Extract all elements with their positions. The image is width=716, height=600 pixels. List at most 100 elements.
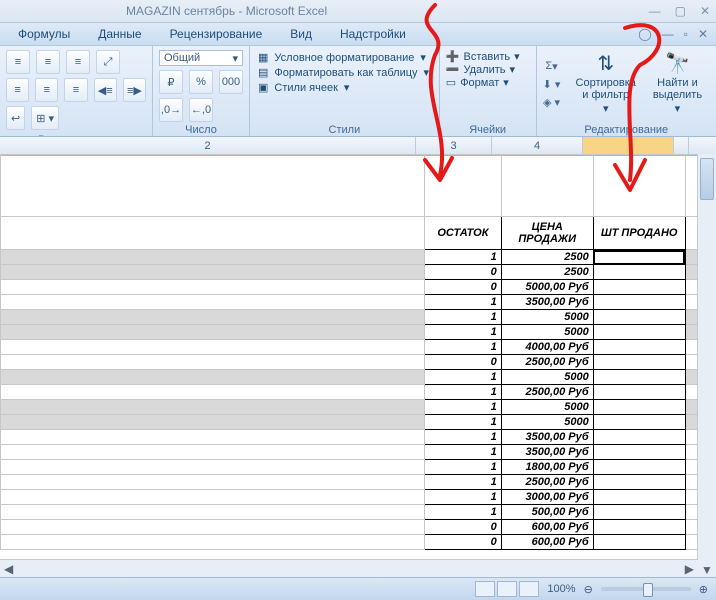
cell-sold[interactable] [593,385,685,400]
cell-sold[interactable] [593,400,685,415]
cell-ostatok[interactable]: 1 [425,460,502,475]
table-row[interactable]: 12500,00 Руб [1,475,699,490]
table-row[interactable]: 15000 [1,325,699,340]
decrease-decimal-icon[interactable]: ←,0 [189,98,213,122]
cell-sold[interactable] [593,475,685,490]
comma-icon[interactable]: 000 [219,70,243,94]
scroll-right-icon[interactable]: ▶ [685,562,694,576]
cell-sold[interactable] [593,310,685,325]
cell-price[interactable]: 2500,00 Руб [501,385,593,400]
table-row[interactable]: 12500,00 Руб [1,385,699,400]
cell-ostatok[interactable]: 1 [425,400,502,415]
align-right-icon[interactable]: ≡ [64,78,87,102]
column-header-3[interactable]: 3 [416,137,492,155]
sort-filter-button[interactable]: ⇅ Сортировка и фильтр▾ [569,50,643,118]
table-row[interactable]: 13500,00 Руб [1,295,699,310]
cell-ostatok[interactable]: 1 [425,250,502,265]
cell-ostatok[interactable]: 1 [425,445,502,460]
maximize-button[interactable]: ▢ [675,4,686,18]
ribbon-close-button[interactable]: ✕ [698,27,708,41]
currency-icon[interactable]: ₽ [159,70,183,94]
format-cells-button[interactable]: ▭ Формат ▾ [446,76,530,89]
percent-icon[interactable]: % [189,70,213,94]
zoom-out-button[interactable]: ⊖ [584,583,593,596]
delete-cells-button[interactable]: ➖ Удалить ▾ [446,63,530,76]
cell-ostatok[interactable]: 0 [425,535,502,550]
orientation-icon[interactable]: ⤢ [96,50,120,74]
cell-price[interactable]: 3500,00 Руб [501,445,593,460]
wrap-text-icon[interactable]: ↩ [6,106,25,130]
tab-view[interactable]: Вид [290,27,312,41]
cell-ostatok[interactable]: 1 [425,370,502,385]
header-price[interactable]: ЦЕНА ПРОДАЖИ [501,217,593,250]
cell-price[interactable]: 5000 [501,325,593,340]
table-row[interactable]: 15000 [1,370,699,385]
align-center-icon[interactable]: ≡ [35,78,58,102]
cell-price[interactable]: 2500 [501,250,593,265]
cell-ostatok[interactable]: 0 [425,280,502,295]
align-middle-icon[interactable]: ≡ [36,50,60,74]
table-row[interactable]: 05000,00 Руб [1,280,699,295]
table-row[interactable]: 15000 [1,310,699,325]
cell-price[interactable]: 2500,00 Руб [501,475,593,490]
cell-ostatok[interactable]: 1 [425,310,502,325]
increase-decimal-icon[interactable]: ,0→ [159,98,183,122]
cell-sold[interactable] [593,490,685,505]
cell-sold[interactable] [593,415,685,430]
fill-button[interactable]: ⬇ ▾ [543,76,561,92]
cell-price[interactable]: 1800,00 Руб [501,460,593,475]
normal-view-button[interactable] [475,581,495,597]
cell-sold[interactable] [593,460,685,475]
cell-price[interactable]: 5000 [501,370,593,385]
table-row[interactable]: 13500,00 Руб [1,445,699,460]
vertical-scrollbar[interactable]: ▲ ▼ [697,154,716,578]
table-row[interactable]: 02500,00 Руб [1,355,699,370]
cell-styles-button[interactable]: ▣ Стили ячеек ▾ [256,80,433,95]
zoom-handle[interactable] [643,583,653,597]
cell-ostatok[interactable]: 0 [425,520,502,535]
cell-sold[interactable] [593,355,685,370]
cell-sold[interactable] [593,340,685,355]
align-top-icon[interactable]: ≡ [6,50,30,74]
cell-price[interactable]: 4000,00 Руб [501,340,593,355]
column-header-2[interactable]: 2 [0,137,416,155]
tab-addins[interactable]: Надстройки [340,27,406,41]
cell-sold[interactable] [593,430,685,445]
cell-price[interactable]: 5000 [501,310,593,325]
table-row[interactable]: 11800,00 Руб [1,460,699,475]
cell-price[interactable]: 3500,00 Руб [501,295,593,310]
align-left-icon[interactable]: ≡ [6,78,29,102]
cell-sold[interactable] [593,370,685,385]
table-row[interactable]: 12500 [1,250,699,265]
table-row[interactable]: 15000 [1,400,699,415]
header-ostatok[interactable]: ОСТАТОК [425,217,502,250]
page-layout-view-button[interactable] [497,581,517,597]
cell-ostatok[interactable]: 1 [425,295,502,310]
align-bottom-icon[interactable]: ≡ [66,50,90,74]
decrease-indent-icon[interactable]: ◀≡ [94,78,117,102]
cell-ostatok[interactable]: 1 [425,325,502,340]
cell-price[interactable]: 5000,00 Руб [501,280,593,295]
column-header-5[interactable] [583,137,674,155]
cell-sold[interactable] [593,505,685,520]
table-row[interactable]: 1500,00 Руб [1,505,699,520]
cell-ostatok[interactable]: 0 [425,355,502,370]
page-break-view-button[interactable] [519,581,539,597]
table-row[interactable]: 0600,00 Руб [1,535,699,550]
zoom-level[interactable]: 100% [547,583,575,595]
clear-button[interactable]: ◈ ▾ [543,94,561,110]
tab-data[interactable]: Данные [98,27,141,41]
column-header-4[interactable]: 4 [492,137,583,155]
cell-ostatok[interactable]: 1 [425,430,502,445]
conditional-formatting-button[interactable]: ▦ Условное форматирование ▾ [256,50,433,65]
number-format-combo[interactable]: Общий▾ [159,50,243,66]
cell-price[interactable]: 600,00 Руб [501,520,593,535]
cell-sold[interactable] [593,535,685,550]
cell-ostatok[interactable]: 1 [425,415,502,430]
cell-sold[interactable] [593,520,685,535]
cell-sold[interactable] [593,250,685,265]
zoom-slider[interactable] [601,587,691,591]
increase-indent-icon[interactable]: ≡▶ [123,78,146,102]
format-as-table-button[interactable]: ▤ Форматировать как таблицу ▾ [256,65,433,80]
scroll-thumb[interactable] [700,158,714,200]
